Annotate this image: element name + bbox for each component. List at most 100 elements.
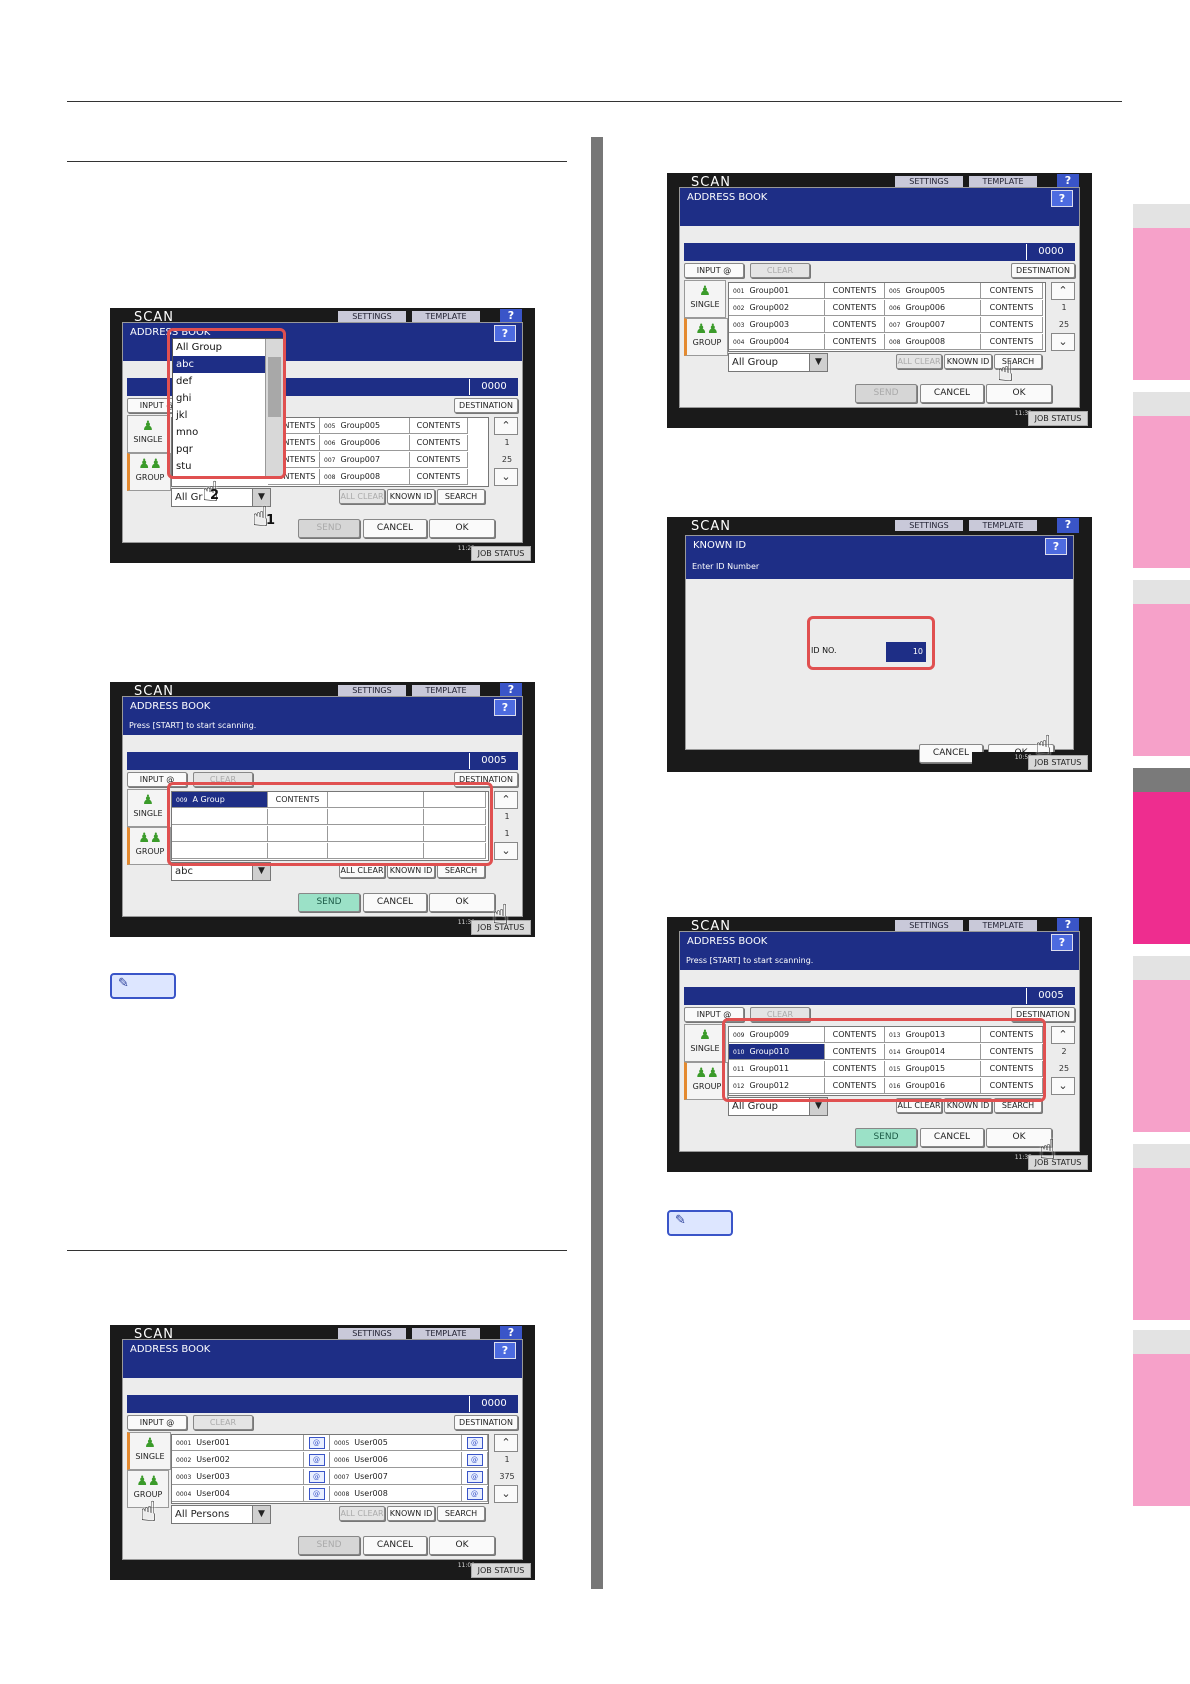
window-help-button[interactable]: ? — [1051, 934, 1073, 951]
input-email-button[interactable]: INPUT @ — [127, 1415, 187, 1430]
known-id-button[interactable]: KNOWN ID — [944, 354, 992, 369]
user-cell[interactable]: 0006 User006 — [330, 1452, 462, 1468]
template-button[interactable]: TEMPLATE — [969, 176, 1037, 187]
job-status-button[interactable]: JOB STATUS — [471, 1563, 531, 1578]
contents-button[interactable]: CONTENTS — [410, 452, 468, 468]
contents-button[interactable]: CONTENTS — [410, 469, 468, 485]
group-cell[interactable]: 002 Group002 — [729, 300, 825, 316]
scroll-down-button[interactable]: ⌄ — [494, 842, 518, 860]
email-icon[interactable]: @ — [462, 1452, 488, 1468]
group-cell[interactable]: 007 Group007 — [320, 452, 410, 468]
group-cell[interactable]: 005 Group005 — [885, 283, 981, 299]
cancel-button[interactable]: CANCEL — [920, 1128, 984, 1147]
window-help-button[interactable]: ? — [494, 325, 516, 342]
email-icon[interactable]: @ — [304, 1486, 330, 1502]
destination-button[interactable]: DESTINATION — [454, 398, 518, 413]
scroll-down-button[interactable]: ⌄ — [494, 468, 518, 486]
chevron-down-icon[interactable]: ▼ — [809, 354, 827, 371]
cancel-button[interactable]: CANCEL — [363, 893, 427, 912]
group-tab[interactable]: ♟♟ GROUP — [684, 318, 728, 356]
ok-button[interactable]: OK — [429, 893, 495, 912]
settings-button[interactable]: SETTINGS — [895, 520, 963, 531]
contents-button[interactable]: CONTENTS — [981, 283, 1043, 299]
contents-button[interactable]: CONTENTS — [981, 300, 1043, 316]
template-button[interactable]: TEMPLATE — [412, 685, 480, 696]
chapter-tab-4-active[interactable] — [1133, 768, 1190, 944]
help-button[interactable]: ? — [1057, 518, 1079, 533]
all-clear-button[interactable]: ALL CLEAR — [896, 354, 942, 369]
chapter-tab-2[interactable] — [1133, 392, 1190, 568]
scroll-down-button[interactable]: ⌄ — [494, 1485, 518, 1503]
chapter-tab-5[interactable] — [1133, 956, 1190, 1132]
group-filter-dropdown[interactable]: All Group ▼ — [728, 353, 828, 372]
scroll-up-button[interactable]: ⌃ — [494, 417, 518, 435]
ok-button[interactable]: OK — [986, 384, 1052, 403]
group-cell[interactable]: 004 Group004 — [729, 334, 825, 350]
settings-button[interactable]: SETTINGS — [895, 920, 963, 931]
input-email-button[interactable]: INPUT @ — [684, 263, 744, 278]
chapter-tab-3[interactable] — [1133, 580, 1190, 756]
email-icon[interactable]: @ — [462, 1486, 488, 1502]
contents-button[interactable]: CONTENTS — [410, 418, 468, 434]
send-button[interactable]: SEND — [855, 384, 917, 403]
chapter-tab-7[interactable] — [1133, 1330, 1190, 1506]
user-cell[interactable]: 0001 User001 — [172, 1435, 304, 1451]
single-tab[interactable]: ♟ SINGLE — [127, 789, 169, 827]
email-icon[interactable]: @ — [462, 1469, 488, 1485]
send-button[interactable]: SEND — [855, 1128, 917, 1147]
user-cell[interactable]: 0005 User005 — [330, 1435, 462, 1451]
send-button[interactable]: SEND — [298, 893, 360, 912]
settings-button[interactable]: SETTINGS — [338, 311, 406, 322]
cancel-button[interactable]: CANCEL — [920, 384, 984, 403]
person-filter-dropdown[interactable]: All Persons ▼ — [171, 1505, 271, 1524]
scroll-up-button[interactable]: ⌃ — [494, 1434, 518, 1452]
user-cell[interactable]: 0003 User003 — [172, 1469, 304, 1485]
window-help-button[interactable]: ? — [1051, 190, 1073, 207]
template-button[interactable]: TEMPLATE — [412, 311, 480, 322]
group-cell[interactable]: 006 Group006 — [320, 435, 410, 451]
known-id-button[interactable]: KNOWN ID — [387, 1506, 435, 1521]
window-help-button[interactable]: ? — [494, 1342, 516, 1359]
chevron-down-icon[interactable]: ▼ — [252, 1506, 270, 1523]
group-cell[interactable]: 008 Group008 — [885, 334, 981, 350]
clear-button[interactable]: CLEAR — [193, 1415, 253, 1430]
chapter-tab-1[interactable] — [1133, 204, 1190, 380]
job-status-button[interactable]: JOB STATUS — [471, 546, 531, 561]
destination-button[interactable]: DESTINATION — [1011, 263, 1075, 278]
user-cell[interactable]: 0008 User008 — [330, 1486, 462, 1502]
group-cell[interactable]: 003 Group003 — [729, 317, 825, 333]
cancel-button[interactable]: CANCEL — [363, 519, 427, 538]
window-help-button[interactable]: ? — [1045, 538, 1067, 555]
all-clear-button[interactable]: ALL CLEAR — [339, 489, 385, 504]
group-cell[interactable]: 001 Group001 — [729, 283, 825, 299]
email-icon[interactable]: @ — [462, 1435, 488, 1451]
window-help-button[interactable]: ? — [494, 699, 516, 716]
user-cell[interactable]: 0007 User007 — [330, 1469, 462, 1485]
group-cell[interactable]: 007 Group007 — [885, 317, 981, 333]
search-button[interactable]: SEARCH — [437, 489, 485, 504]
single-tab[interactable]: ♟ SINGLE — [127, 1432, 171, 1470]
contents-button[interactable]: CONTENTS — [410, 435, 468, 451]
scroll-down-button[interactable]: ⌄ — [1051, 333, 1075, 351]
email-icon[interactable]: @ — [304, 1435, 330, 1451]
single-tab[interactable]: ♟ SINGLE — [127, 415, 169, 453]
job-status-button[interactable]: JOB STATUS — [1028, 1155, 1088, 1170]
all-clear-button[interactable]: ALL CLEAR — [339, 1506, 385, 1521]
scroll-up-button[interactable]: ⌃ — [1051, 282, 1075, 300]
user-cell[interactable]: 0004 User004 — [172, 1486, 304, 1502]
job-status-button[interactable]: JOB STATUS — [1028, 411, 1088, 426]
single-tab[interactable]: ♟ SINGLE — [684, 280, 726, 318]
email-icon[interactable]: @ — [304, 1469, 330, 1485]
template-button[interactable]: TEMPLATE — [969, 920, 1037, 931]
single-tab[interactable]: ♟ SINGLE — [684, 1024, 726, 1062]
contents-button[interactable]: CONTENTS — [981, 334, 1043, 350]
group-cell[interactable]: 005 Group005 — [320, 418, 410, 434]
template-button[interactable]: TEMPLATE — [412, 1328, 480, 1339]
contents-button[interactable]: CONTENTS — [981, 317, 1043, 333]
scroll-up-button[interactable]: ⌃ — [1051, 1026, 1075, 1044]
cancel-button[interactable]: CANCEL — [363, 1536, 427, 1555]
contents-button[interactable]: CONTENTS — [825, 317, 885, 333]
settings-button[interactable]: SETTINGS — [338, 1328, 406, 1339]
send-button[interactable]: SEND — [298, 1536, 360, 1555]
search-button[interactable]: SEARCH — [437, 1506, 485, 1521]
